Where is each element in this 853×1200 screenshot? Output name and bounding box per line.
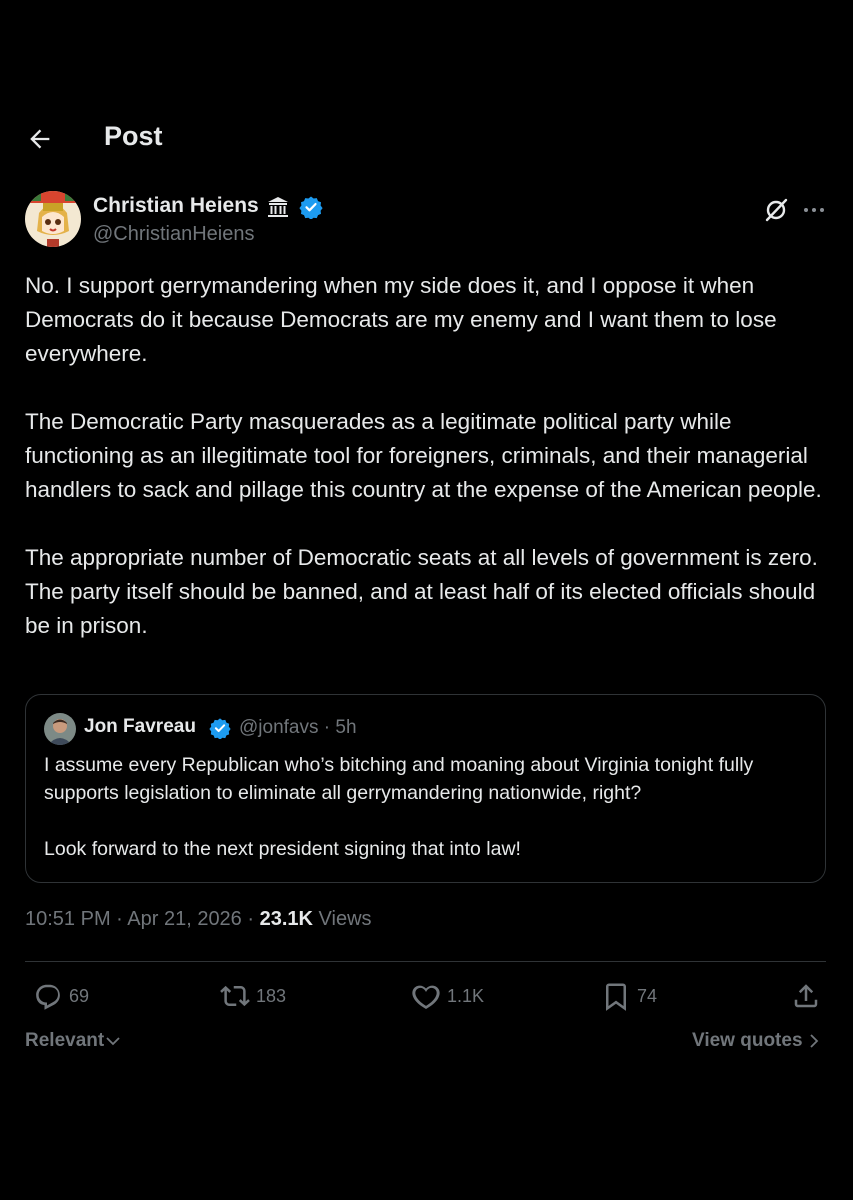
view-quotes-label: View quotes	[692, 1030, 803, 1051]
quoted-post[interactable]: Jon Favreau @jonfavs · 5h I assume every…	[25, 694, 826, 883]
page-header: Post	[0, 107, 853, 167]
grok-icon[interactable]	[763, 197, 789, 223]
post-timestamp: 10:51 PM · Apr 21, 2026 · 23.1K Views	[25, 908, 372, 931]
bookmark-count: 74	[637, 986, 658, 1006]
post-author: Christian Heiens @ChristianHeiens	[25, 191, 835, 251]
chevron-right-icon	[809, 1034, 818, 1048]
quote-paragraph: I assume every Republican who’s bitching…	[44, 754, 754, 804]
quote-author-avatar[interactable]	[44, 713, 76, 745]
post-paragraph: No. I support gerrymandering when my sid…	[25, 273, 777, 366]
reply-sort-dropdown[interactable]: Relevant	[25, 1030, 121, 1052]
author-avatar[interactable]	[25, 191, 81, 247]
bookmark-icon	[606, 983, 626, 1011]
post-paragraph: The Democratic Party masquerades as a le…	[25, 409, 822, 502]
author-handle[interactable]: @ChristianHeiens	[93, 223, 254, 246]
divider	[25, 961, 826, 962]
post-page: Post Christian Heiens @ChristianHeiens N…	[0, 107, 853, 1062]
verified-badge-icon[interactable]	[209, 717, 231, 739]
views-label: Views	[312, 908, 372, 930]
chevron-down-icon	[106, 1037, 120, 1046]
quote-text: I assume every Republican who’s bitching…	[44, 751, 814, 891]
author-name[interactable]: Christian Heiens	[93, 194, 259, 218]
arrow-left-icon[interactable]	[26, 125, 54, 153]
timestamp-text[interactable]: 10:51 PM · Apr 21, 2026 ·	[25, 908, 260, 930]
quote-author-name[interactable]: Jon Favreau	[84, 716, 196, 738]
reply-count: 69	[69, 986, 90, 1006]
page-title: Post	[104, 121, 163, 151]
quote-handle-time: @jonfavs · 5h	[239, 717, 357, 738]
more-options-icon[interactable]	[802, 197, 826, 223]
post-text: No. I support gerrymandering when my sid…	[25, 269, 835, 677]
repost-count: 183	[256, 986, 287, 1006]
heart-icon	[412, 985, 440, 1009]
repost-icon	[220, 985, 250, 1007]
like-count: 1.1K	[447, 986, 485, 1006]
verified-badge-icon[interactable]	[299, 195, 323, 219]
view-quotes-link[interactable]: View quotes	[692, 1030, 821, 1052]
relevant-label: Relevant	[25, 1030, 105, 1051]
quote-paragraph: Look forward to the next president signi…	[44, 838, 521, 860]
reply-icon	[36, 984, 60, 1010]
classical-building-icon	[268, 197, 288, 217]
share-icon	[794, 984, 818, 1008]
views-count: 23.1K	[259, 908, 313, 930]
post-paragraph: The appropriate number of Democratic sea…	[25, 545, 818, 638]
